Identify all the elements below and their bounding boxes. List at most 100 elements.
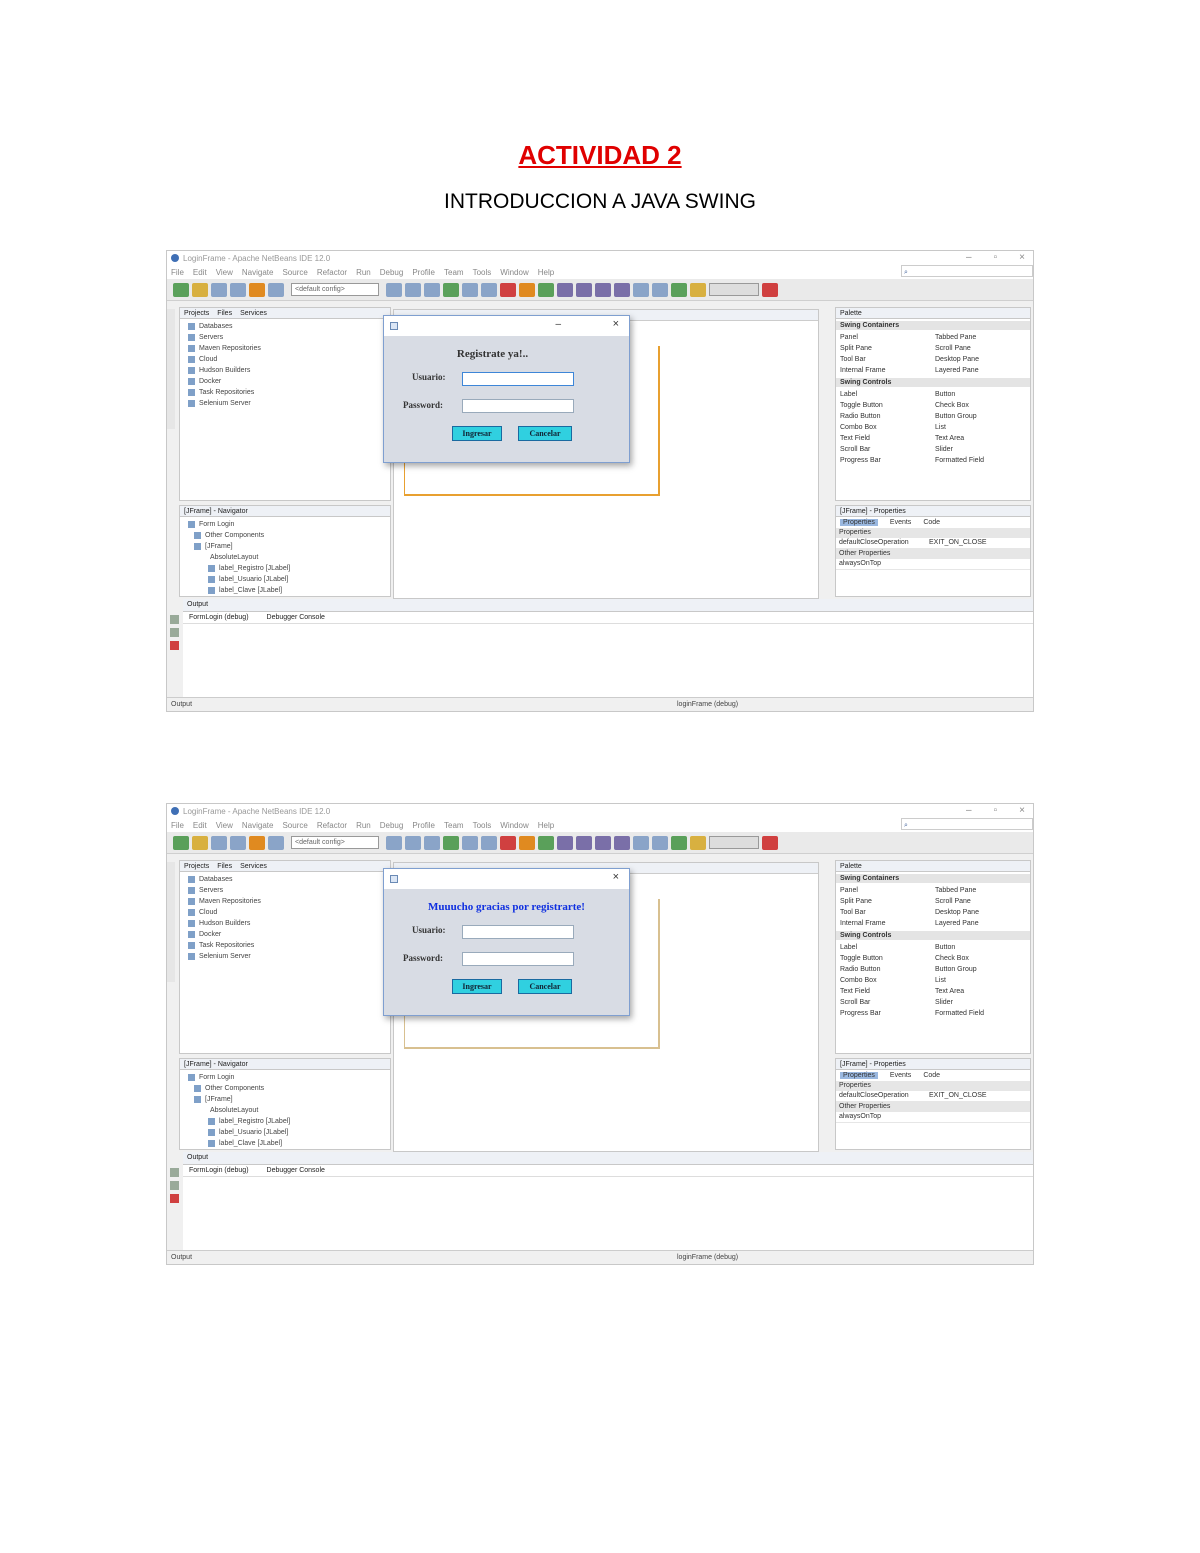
redo-icon[interactable] <box>268 835 284 850</box>
menu-profile[interactable]: Profile <box>412 268 435 277</box>
usuario-field[interactable] <box>462 925 574 939</box>
property-row[interactable]: defaultCloseOperation EXIT_ON_CLOSE <box>836 538 1030 549</box>
tab-projects[interactable]: Projects <box>184 863 209 870</box>
palette-item[interactable]: Layered Pane <box>935 920 1026 927</box>
palette-item[interactable]: Radio Button <box>840 413 931 420</box>
profile-project-icon[interactable] <box>762 282 778 297</box>
tree-item[interactable]: Docker <box>188 376 390 387</box>
tree-item[interactable]: label_Registro [JLabel] <box>188 1116 390 1127</box>
rerun-icon[interactable] <box>170 1168 179 1177</box>
menu-help[interactable]: Help <box>538 268 554 277</box>
palette-item[interactable]: Combo Box <box>840 977 931 984</box>
palette-item[interactable]: Scroll Bar <box>840 446 931 453</box>
palette-item[interactable]: Label <box>840 944 931 951</box>
target-icon[interactable] <box>386 835 402 850</box>
menu-view[interactable]: View <box>216 268 233 277</box>
menu-navigate[interactable]: Navigate <box>242 268 274 277</box>
property-row[interactable]: defaultCloseOperation EXIT_ON_CLOSE <box>836 1091 1030 1102</box>
palette-item[interactable]: Button Group <box>935 413 1026 420</box>
clean-build-icon[interactable] <box>424 282 440 297</box>
palette-item[interactable]: List <box>935 424 1026 431</box>
palette-category[interactable]: Swing Controls <box>836 378 1030 387</box>
step-over-icon[interactable] <box>557 282 573 297</box>
tab-code[interactable]: Code <box>923 1072 940 1079</box>
tree-item[interactable]: Docker <box>188 929 390 940</box>
open-project-icon[interactable] <box>211 282 227 297</box>
menu-debug[interactable]: Debug <box>380 268 404 277</box>
palette-item[interactable]: Split Pane <box>840 898 931 905</box>
restore-icon[interactable]: ▫ <box>994 805 998 816</box>
tab-code[interactable]: Code <box>923 519 940 526</box>
search-input[interactable]: ⌕ <box>901 265 1033 277</box>
tree-item[interactable]: [JFrame] <box>188 1094 390 1105</box>
tree-item[interactable]: AbsoluteLayout <box>188 1105 390 1116</box>
tree-item[interactable]: [JFrame] <box>188 541 390 552</box>
other-properties-section[interactable]: Other Properties <box>836 1102 1030 1112</box>
undo-icon[interactable] <box>249 835 265 850</box>
menu-view[interactable]: View <box>216 821 233 830</box>
tree-item[interactable]: Hudson Builders <box>188 365 390 376</box>
pause-icon[interactable] <box>519 835 535 850</box>
status-output[interactable]: Output <box>171 698 192 711</box>
menu-help[interactable]: Help <box>538 821 554 830</box>
tree-item[interactable]: label_Clave [JLabel] <box>188 1138 390 1149</box>
tab-debugger-console[interactable]: Debugger Console <box>267 1167 325 1174</box>
gc-icon[interactable] <box>671 835 687 850</box>
profile-icon[interactable] <box>481 835 497 850</box>
palette-item[interactable]: Button <box>935 391 1026 398</box>
cancelar-button[interactable]: Cancelar <box>518 979 572 994</box>
menu-debug[interactable]: Debug <box>380 821 404 830</box>
build-icon[interactable] <box>405 835 421 850</box>
palette-item[interactable]: Desktop Pane <box>935 909 1026 916</box>
tab-files[interactable]: Files <box>217 863 232 870</box>
tree-item[interactable]: Databases <box>188 874 390 885</box>
config-select[interactable]: <default config> <box>291 283 379 296</box>
config-select[interactable]: <default config> <box>291 836 379 849</box>
save-all-icon[interactable] <box>230 282 246 297</box>
palette-item[interactable]: Scroll Pane <box>935 898 1026 905</box>
menu-refactor[interactable]: Refactor <box>317 821 347 830</box>
new-project-icon[interactable] <box>173 282 189 297</box>
menu-run[interactable]: Run <box>356 821 371 830</box>
password-field[interactable] <box>462 952 574 966</box>
run-to-cursor-icon[interactable] <box>614 282 630 297</box>
minimize-icon[interactable]: – <box>555 319 561 330</box>
memory-icon[interactable] <box>690 282 706 297</box>
tree-item[interactable]: Task Repositories <box>188 940 390 951</box>
menu-run[interactable]: Run <box>356 268 371 277</box>
stop-icon[interactable] <box>170 1194 179 1203</box>
palette-item[interactable]: Check Box <box>935 402 1026 409</box>
tree-item[interactable]: Cloud <box>188 354 390 365</box>
tree-item[interactable]: label_Usuario [JLabel] <box>188 1127 390 1138</box>
palette-item[interactable]: Text Area <box>935 988 1026 995</box>
palette-item[interactable]: Progress Bar <box>840 1010 931 1017</box>
rerun-icon[interactable] <box>170 628 179 637</box>
status-process[interactable]: loginFrame (debug) <box>677 698 738 711</box>
palette-item[interactable]: Text Field <box>840 988 931 995</box>
property-row[interactable]: alwaysOnTop <box>836 1112 1030 1123</box>
palette-item[interactable]: Tool Bar <box>840 909 931 916</box>
close-icon[interactable]: × <box>1019 805 1025 816</box>
restore-icon[interactable]: ▫ <box>994 252 998 263</box>
step-over-icon[interactable] <box>557 835 573 850</box>
gc-icon[interactable] <box>671 282 687 297</box>
open-project-icon[interactable] <box>211 835 227 850</box>
run-icon[interactable] <box>443 835 459 850</box>
take-snapshot-icon[interactable] <box>652 835 668 850</box>
menu-team[interactable]: Team <box>444 821 464 830</box>
palette-item[interactable]: Formatted Field <box>935 1010 1026 1017</box>
palette-category[interactable]: Swing Containers <box>836 321 1030 330</box>
run-to-cursor-icon[interactable] <box>614 835 630 850</box>
debug-icon[interactable] <box>462 835 478 850</box>
palette-item[interactable]: Text Area <box>935 435 1026 442</box>
palette-category[interactable]: Swing Controls <box>836 931 1030 940</box>
palette-item[interactable]: Scroll Pane <box>935 345 1026 352</box>
menu-source[interactable]: Source <box>282 268 307 277</box>
step-into-icon[interactable] <box>576 282 592 297</box>
cancelar-button[interactable]: Cancelar <box>518 426 572 441</box>
status-output[interactable]: Output <box>171 1251 192 1264</box>
palette-item[interactable]: Tool Bar <box>840 356 931 363</box>
tab-events[interactable]: Events <box>890 519 911 526</box>
tab-properties[interactable]: Properties <box>840 1072 878 1079</box>
tab-events[interactable]: Events <box>890 1072 911 1079</box>
